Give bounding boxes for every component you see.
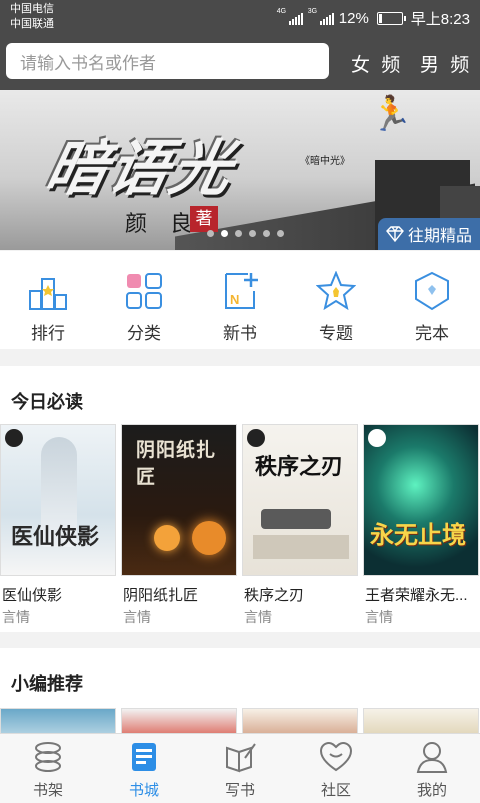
book-title: 王者荣耀永无... — [365, 587, 468, 604]
category-label: 排行 — [31, 324, 65, 343]
category-ranking[interactable]: 排行 — [0, 251, 96, 349]
star-icon — [316, 271, 356, 311]
category-label: 新书 — [223, 324, 257, 343]
book-card[interactable]: 永无止境 王者荣耀永无... 言情 — [363, 424, 479, 625]
category-label: 完本 — [415, 324, 449, 343]
author-seal: 著 — [190, 206, 218, 232]
editor-pick-covers — [0, 708, 480, 733]
status-bar: 中国电信 中国联通 4G 3G 12% 早上8:23 — [0, 0, 480, 36]
banner-title: 暗语光 — [39, 135, 241, 202]
tab-male[interactable]: 男 频 — [420, 50, 472, 77]
carrier-2: 中国联通 — [10, 18, 54, 30]
write-icon — [226, 743, 256, 773]
nav-label: 社区 — [320, 782, 351, 799]
new-book-icon: N — [225, 273, 258, 309]
carrier-1: 中国电信 — [10, 3, 54, 15]
category-topics[interactable]: 专题 — [288, 251, 384, 349]
book-cover: 阴阳纸扎匠 — [121, 424, 237, 576]
banner-carousel[interactable]: 🏃 暗语光 《暗中光》 颜 良 著 往期精品 — [0, 90, 480, 250]
tab-female[interactable]: 女 频 — [351, 50, 403, 77]
signal-icon-1: 4G — [277, 8, 303, 25]
category-icon — [126, 273, 162, 309]
category-row: 排行 分类 N 新书 专题 完本 — [0, 251, 480, 349]
category-new-books[interactable]: N 新书 — [192, 251, 288, 349]
book-title: 医仙侠影 — [2, 587, 63, 604]
diamond-icon — [386, 226, 404, 242]
nav-write[interactable]: 写书 — [192, 734, 288, 803]
past-picks-label: 往期精品 — [407, 228, 472, 245]
past-picks-button[interactable]: 往期精品 — [378, 218, 480, 250]
profile-icon — [416, 742, 448, 773]
category-label: 分类 — [127, 324, 161, 343]
nav-label: 我的 — [416, 782, 447, 799]
book-cover: 永无止境 — [363, 424, 479, 576]
book-cover[interactable] — [242, 708, 358, 733]
category-finished[interactable]: 完本 — [384, 251, 480, 349]
top-header: 请输入书名或作者 女 频 男 频 — [0, 36, 480, 90]
book-title: 阴阳纸扎匠 — [123, 587, 199, 604]
book-cover: 秩序之刃 — [242, 424, 358, 576]
nav-label: 写书 — [224, 782, 255, 799]
book-cover[interactable] — [363, 708, 479, 733]
section-editor-pick: 小编推荐 — [0, 648, 480, 733]
nav-profile[interactable]: 我的 — [384, 734, 480, 803]
nav-bookshelf[interactable]: 书架 — [0, 734, 96, 803]
category-classify[interactable]: 分类 — [96, 251, 192, 349]
book-card[interactable]: 秩序之刃 秩序之刃 言情 — [242, 424, 358, 625]
nav-label: 书城 — [128, 782, 159, 799]
nav-community[interactable]: 社区 — [288, 734, 384, 803]
bottom-nav: 书架 书城 写书 社区 我的 — [0, 733, 480, 803]
book-card[interactable]: 阴阳纸扎匠 阴阳纸扎匠 言情 — [121, 424, 237, 625]
book-cover[interactable] — [0, 708, 116, 733]
signal-icon-2: 3G — [308, 8, 334, 25]
nav-bookstore[interactable]: 书城 — [96, 734, 192, 803]
carousel-dots — [207, 230, 284, 237]
book-cover[interactable] — [121, 708, 237, 733]
svg-text:N: N — [230, 292, 239, 307]
banner-author: 颜 良 — [125, 212, 200, 237]
ranking-icon — [29, 278, 67, 310]
book-genre: 言情 — [365, 609, 393, 625]
section-title: 小编推荐 — [11, 674, 83, 694]
runner-figure-icon: 🏃 — [370, 95, 413, 133]
book-genre: 言情 — [123, 609, 151, 625]
bookstore-icon — [132, 743, 156, 771]
nav-label: 书架 — [32, 782, 63, 799]
clock: 早上8:23 — [410, 10, 470, 28]
category-label: 专题 — [319, 324, 353, 343]
book-cover: 医仙侠影 — [0, 424, 116, 576]
community-icon — [319, 741, 353, 772]
section-today-read: 今日必读 医仙侠影 医仙侠影 言情 阴阳纸扎匠 阴阳纸扎匠 言情 秩序之刃 秩序… — [0, 366, 480, 632]
section-title: 今日必读 — [11, 392, 83, 412]
book-genre: 言情 — [244, 609, 272, 625]
battery-percent: 12% — [338, 9, 369, 27]
finished-icon — [415, 271, 449, 311]
banner-subtitle: 《暗中光》 — [300, 156, 350, 167]
book-genre: 言情 — [2, 609, 30, 625]
book-title: 秩序之刃 — [244, 587, 305, 604]
battery-icon — [376, 11, 406, 25]
search-input[interactable]: 请输入书名或作者 — [6, 43, 329, 79]
bookshelf-icon — [35, 742, 61, 772]
book-card[interactable]: 医仙侠影 医仙侠影 言情 — [0, 424, 116, 625]
